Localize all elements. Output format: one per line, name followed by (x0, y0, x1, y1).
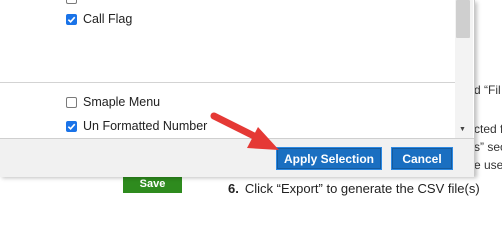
checkbox-call-flag[interactable] (66, 13, 77, 25)
step-number: 6. (228, 181, 239, 196)
background-text-snippet: cted f (474, 122, 502, 136)
checkmark-icon (67, 16, 76, 23)
checkbox-un-formatted-number[interactable] (66, 120, 77, 132)
instruction-step: 6. Click “Export” to generate the CSV fil… (228, 181, 480, 196)
list-item-call-flag[interactable]: Call Flag (66, 12, 132, 26)
list-item-smaple-menu[interactable]: Smaple Menu (66, 95, 160, 109)
apply-selection-button[interactable]: Apply Selection (277, 148, 381, 169)
background-text-snippet: d “Fil (474, 83, 501, 97)
checkbox-smaple-menu[interactable] (66, 96, 77, 108)
scroll-down-arrow-icon[interactable]: ▼ (459, 126, 466, 133)
checkmark-icon (67, 123, 76, 130)
column-list-top: Call Flag (0, 0, 455, 82)
background-text-snippet: e use (474, 158, 502, 172)
save-button[interactable]: Save (123, 175, 182, 193)
list-item-un-formatted-number[interactable]: Un Formatted Number (66, 119, 207, 133)
checkbox-partial[interactable] (66, 0, 77, 4)
cancel-button[interactable]: Cancel (392, 148, 452, 169)
background-text-snippet: s” sec (474, 140, 502, 154)
list-item-label: Smaple Menu (83, 95, 161, 109)
step-text: Click “Export” to generate the CSV file(… (244, 181, 480, 196)
scrollbar-thumb[interactable] (456, 0, 470, 38)
section-divider (0, 82, 455, 83)
list-item-label: Un Formatted Number (83, 119, 208, 133)
list-item-label: Call Flag (83, 12, 133, 26)
column-selection-modal: Call Flag Smaple Menu Un Formatted Numbe… (0, 0, 475, 177)
column-list-bottom: Smaple Menu Un Formatted Number (0, 88, 455, 138)
